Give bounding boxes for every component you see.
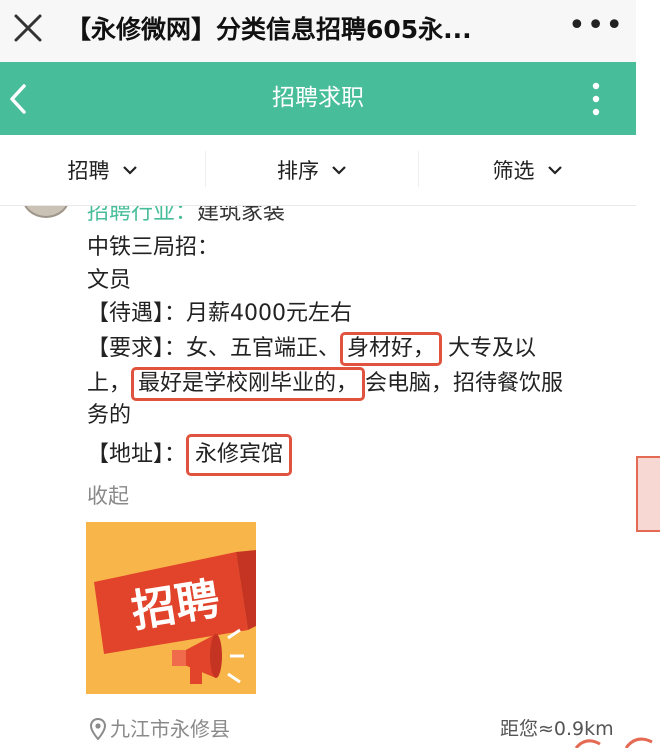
- screenshot-page: 【永修微网】分类信息招聘605永... ••• 招聘求职 招聘 排序 筛选 招聘…: [0, 0, 660, 748]
- address-line: 【地址】： 永修宾馆: [87, 434, 293, 476]
- watermark-fragment: [574, 737, 653, 748]
- position-line: 文员: [87, 268, 132, 293]
- filter-screen[interactable]: 筛选: [419, 135, 636, 205]
- highlight-box: 最好是学校刚毕业的，: [131, 367, 366, 401]
- highlight-box: 身材好，: [340, 332, 443, 366]
- requirement-line-2: 上， 最好是学校刚毕业的， 会电脑，招待餐饮服: [87, 367, 563, 401]
- app-header: 招聘求职: [0, 62, 636, 135]
- filter-screen-label: 筛选: [492, 159, 535, 183]
- salary-line: 【待遇】：月薪4000元左右: [87, 298, 352, 330]
- requirement-text: 会电脑，招待餐饮服: [365, 371, 564, 396]
- address-label: 【地址】：: [87, 442, 187, 467]
- location-pin-icon: [90, 718, 106, 740]
- requirement-text: 大专及以: [448, 336, 537, 361]
- requirement-label: 【要求】：: [87, 336, 187, 361]
- header-title: 招聘求职: [272, 85, 364, 111]
- filter-sort-label: 排序: [277, 159, 319, 183]
- salary-value: 月薪4000元左右: [186, 301, 353, 326]
- recruit-graphic: 招聘: [86, 522, 256, 694]
- chevron-down-icon: [122, 166, 137, 175]
- requirement-text: 上，: [87, 371, 132, 396]
- chevron-down-icon: [332, 166, 346, 175]
- collapse-link[interactable]: 收起: [87, 481, 129, 511]
- post-content: 招聘行业：建筑家装 中铁三局招： 文员 【待遇】：月薪4000元左右 【要求】：…: [0, 206, 636, 748]
- filter-recruit-label: 招聘: [67, 159, 110, 183]
- industry-value: 建筑家装: [197, 206, 286, 225]
- right-edge: [636, 0, 660, 748]
- back-arrow-icon[interactable]: [2, 80, 38, 118]
- browser-title-bar: 【永修微网】分类信息招聘605永... •••: [0, 0, 636, 63]
- salary-label: 【待遇】：: [87, 301, 187, 326]
- stamp-fragment: [636, 456, 660, 532]
- kebab-menu-icon[interactable]: [582, 78, 610, 120]
- filter-sort[interactable]: 排序: [206, 135, 418, 205]
- more-options-icon[interactable]: •••: [568, 11, 623, 48]
- location[interactable]: 九江市永修县: [90, 714, 230, 744]
- page-title: 【永修微网】分类信息招聘605永...: [66, 15, 472, 44]
- industry-line: 招聘行业：建筑家装: [87, 206, 285, 228]
- recruit-image[interactable]: 招聘: [86, 522, 256, 694]
- requirement-line-3: 务的: [87, 403, 132, 428]
- chevron-down-icon: [547, 166, 562, 175]
- industry-label: 招聘行业：: [87, 206, 198, 225]
- requirement-line-1: 【要求】：女、五官端正、 身材好， 大专及以: [87, 332, 536, 366]
- requirement-text: 女、五官端正、: [186, 336, 341, 361]
- location-text: 九江市永修县: [110, 717, 230, 741]
- filter-bar: 招聘 排序 筛选: [0, 135, 636, 206]
- close-icon[interactable]: [10, 10, 50, 50]
- highlight-box: 永修宾馆: [186, 434, 293, 476]
- avatar[interactable]: [22, 206, 70, 218]
- company-line: 中铁三局招：: [87, 235, 220, 260]
- filter-recruit[interactable]: 招聘: [0, 135, 205, 205]
